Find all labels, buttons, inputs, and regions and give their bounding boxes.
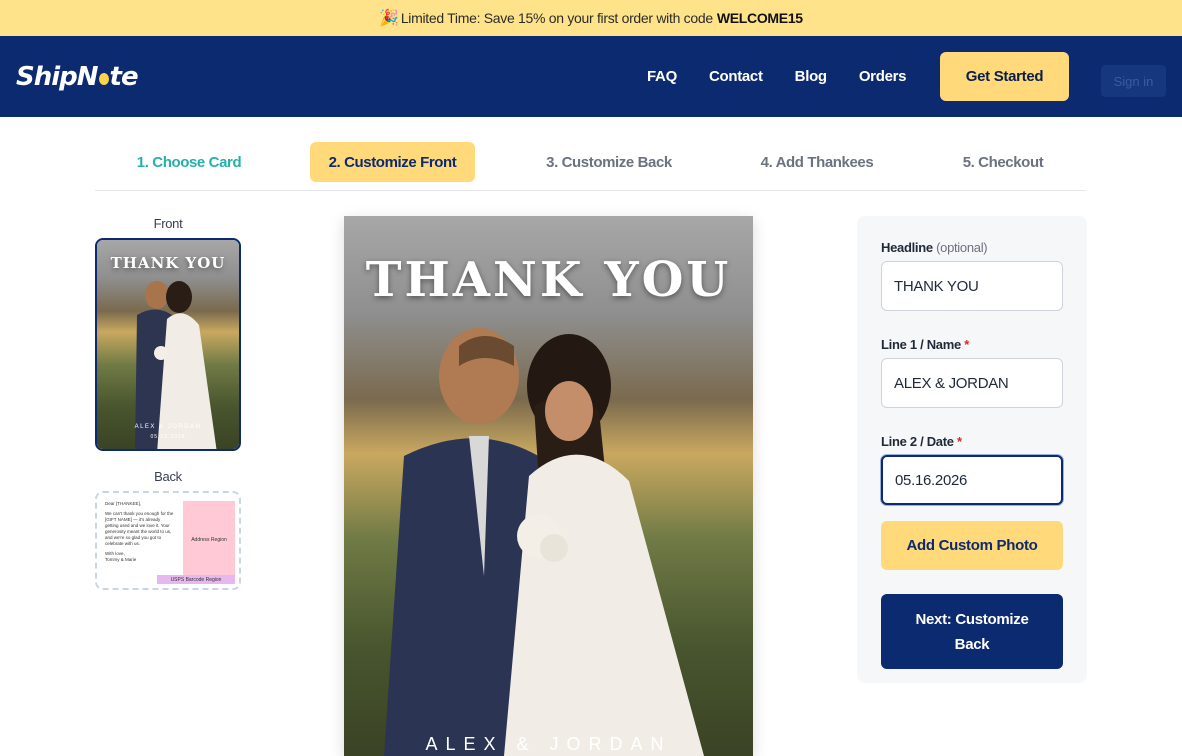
nav-link-orders[interactable]: Orders (859, 68, 907, 85)
front-thumbnail[interactable]: THANK YOU ALEX & JORDAN 05.16.2026 (95, 238, 241, 451)
back-signature: Tommy & Marie (105, 557, 137, 562)
headline-optional-text: (optional) (936, 240, 988, 255)
line1-label-text: Line 1 / Name (881, 337, 961, 352)
back-address-region: Address Region (183, 501, 235, 579)
promo-text: Limited Time: Save 15% on your first ord… (400, 10, 713, 26)
nav-link-faq[interactable]: FAQ (647, 68, 677, 85)
required-asterisk: * (957, 434, 962, 449)
nav-links: FAQ Contact Blog Orders (647, 36, 938, 117)
step-customize-back[interactable]: 3. Customize Back (535, 142, 683, 182)
promo-banner: 🎉 Limited Time: Save 15% on your first o… (0, 0, 1182, 36)
line2-label: Line 2 / Date * (881, 434, 1063, 449)
top-navbar: ShipN te FAQ Contact Blog Orders Get Star… (0, 36, 1182, 117)
step-choose-card[interactable]: 1. Choose Card (125, 142, 253, 182)
front-label: Front (153, 216, 183, 231)
back-body-text: We can't thank you enough for the [GIFT … (105, 511, 174, 546)
back-greeting: Dear [THANKEE], (105, 501, 142, 506)
headline-label-text: Headline (881, 240, 933, 255)
front-thumbnail-title: THANK YOU (110, 254, 226, 272)
front-thumbnail-date: 05.16.2026 (150, 434, 186, 440)
card-side-thumbnails: Front THANK YOU ALEX & JORDAN 05.16.2026… (95, 216, 241, 590)
preview-title: THANK YOU (365, 252, 732, 308)
add-custom-photo-button[interactable]: Add Custom Photo (881, 521, 1063, 570)
line2-date-input[interactable]: 05.16.2026 (881, 455, 1063, 505)
couple-photo-large-image (384, 328, 704, 756)
nav-link-contact[interactable]: Contact (709, 68, 763, 85)
next-customize-back-button[interactable]: Next: Customize Back (881, 594, 1063, 669)
nav-link-blog[interactable]: Blog (795, 68, 827, 85)
progress-steps: 1. Choose Card 2. Customize Front 3. Cus… (95, 142, 1086, 191)
step-customize-front[interactable]: 2. Customize Front (310, 142, 475, 182)
back-thumbnail[interactable]: Dear [THANKEE], We can't thank you enoug… (95, 491, 241, 590)
required-asterisk: * (964, 337, 969, 352)
logo-text-end: te (109, 61, 139, 92)
party-popper-icon: 🎉 (379, 10, 399, 27)
line1-name-input[interactable]: ALEX & JORDAN (881, 358, 1063, 408)
sign-in-button[interactable]: Sign in (1101, 65, 1166, 97)
logo-text-start: ShipN (16, 61, 99, 92)
headline-label: Headline (optional) (881, 240, 1063, 255)
get-started-button[interactable]: Get Started (940, 52, 1069, 101)
step-checkout[interactable]: 5. Checkout (950, 142, 1056, 182)
line1-label: Line 1 / Name * (881, 337, 1063, 352)
front-thumbnail-names: ALEX & JORDAN (134, 424, 202, 430)
headline-input[interactable]: THANK YOU (881, 261, 1063, 311)
card-front-preview: THANK YOU ALEX & JORDAN (344, 216, 753, 756)
line2-label-text: Line 2 / Date (881, 434, 954, 449)
preview-names: ALEX & JORDAN (425, 734, 672, 754)
step-add-thankees[interactable]: 4. Add Thankees (750, 142, 884, 182)
logo-dot (98, 72, 109, 85)
promo-code: WELCOME15 (716, 10, 803, 26)
shipnote-logo[interactable]: ShipN te (16, 61, 139, 92)
back-barcode-region: USPS Barcode Region (157, 575, 235, 584)
back-label: Back (154, 469, 182, 484)
customize-form: Headline (optional) THANK YOU Line 1 / N… (857, 216, 1087, 683)
